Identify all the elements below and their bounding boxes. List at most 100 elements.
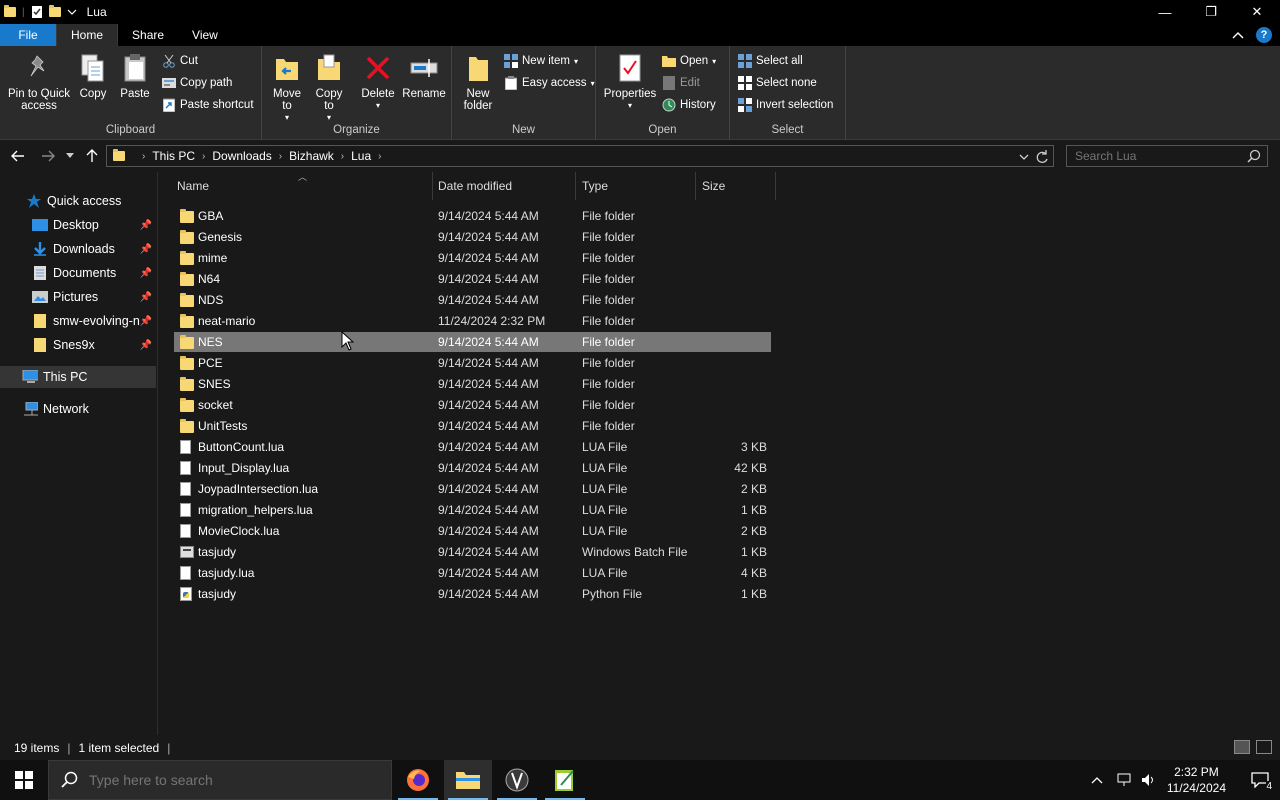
open-button[interactable]: Open ▾ (662, 52, 716, 70)
chevron-down-icon[interactable] (67, 7, 77, 17)
pin-to-quick-access-button[interactable]: Pin to Quick access (6, 52, 72, 112)
search-input[interactable] (1075, 149, 1245, 163)
table-row[interactable]: MovieClock.lua 9/14/2024 5:44 AM LUA File 2… (174, 521, 771, 541)
pin-icon[interactable]: 📌 (140, 268, 152, 279)
invert-selection-button[interactable]: Invert selection (738, 96, 833, 114)
rename-button[interactable]: Rename (402, 52, 446, 100)
close-button[interactable]: ✕ (1234, 0, 1280, 24)
select-none-button[interactable]: Select none (738, 74, 817, 92)
edit-button[interactable]: Edit (662, 74, 700, 92)
tab-view[interactable]: View (178, 24, 232, 46)
pin-icon[interactable]: 📌 (140, 220, 152, 231)
tab-home[interactable]: Home (56, 24, 119, 46)
column-header-date[interactable]: Date modified (432, 172, 576, 200)
properties-button[interactable]: Properties ▾ (604, 52, 656, 112)
column-header-type[interactable]: Type (576, 172, 696, 200)
start-button[interactable] (0, 760, 48, 800)
address-bar[interactable]: › This PC › Downloads › Bizhawk › Lua › (106, 145, 1054, 167)
recent-locations-button[interactable] (62, 146, 78, 166)
breadcrumb-bizhawk[interactable]: Bizhawk (289, 149, 334, 163)
easy-access-button[interactable]: Easy access ▾ (504, 74, 595, 92)
taskbar-search-input[interactable] (89, 772, 369, 788)
column-header-size[interactable]: Size (696, 172, 776, 200)
search-box[interactable] (1066, 145, 1268, 167)
pin-icon[interactable]: 📌 (140, 316, 152, 327)
chevron-up-icon[interactable] (1091, 776, 1103, 784)
taskbar-app-editor[interactable] (541, 760, 589, 800)
delete-button[interactable]: Delete ▾ (360, 52, 396, 112)
pin-icon[interactable]: 📌 (140, 244, 152, 255)
mouse-cursor (341, 331, 355, 351)
table-row[interactable]: Genesis 9/14/2024 5:44 AM File folder (174, 227, 771, 247)
back-button[interactable] (8, 146, 28, 166)
network-icon[interactable] (1117, 773, 1133, 787)
nav-downloads[interactable]: Downloads 📌 (0, 238, 156, 260)
select-all-button[interactable]: Select all (738, 52, 803, 70)
large-icons-view-button[interactable] (1256, 740, 1272, 754)
breadcrumb-downloads[interactable]: Downloads (212, 149, 271, 163)
tab-file[interactable]: File (0, 24, 56, 46)
nav-network[interactable]: Network (0, 398, 156, 420)
chevron-down-icon[interactable] (1019, 148, 1029, 166)
paste-shortcut-button[interactable]: Paste shortcut (162, 96, 254, 114)
details-view-button[interactable] (1234, 740, 1250, 754)
properties-icon[interactable] (31, 6, 43, 18)
history-button[interactable]: History (662, 96, 716, 114)
paste-button[interactable]: Paste (118, 52, 152, 100)
table-row[interactable]: migration_helpers.lua 9/14/2024 5:44 AM LU… (174, 500, 771, 520)
nav-pictures[interactable]: Pictures 📌 (0, 286, 156, 308)
taskbar-file-explorer[interactable] (444, 760, 492, 800)
table-row[interactable]: NDS 9/14/2024 5:44 AM File folder (174, 290, 771, 310)
nav-documents[interactable]: Documents 📌 (0, 262, 156, 284)
forward-button[interactable] (38, 146, 58, 166)
breadcrumb-lua[interactable]: Lua (351, 149, 371, 163)
notification-center-button[interactable]: 4 (1240, 760, 1280, 800)
breadcrumb-this-pc[interactable]: This PC (152, 149, 195, 163)
table-row[interactable]: Input_Display.lua 9/14/2024 5:44 AM LUA Fi… (174, 458, 771, 478)
nav-quick-access[interactable]: Quick access (0, 190, 156, 212)
taskbar-firefox[interactable] (394, 760, 442, 800)
minimize-button[interactable]: — (1142, 0, 1188, 24)
nav-snes9x[interactable]: Snes9x 📌 (0, 334, 156, 356)
column-header-name[interactable]: Name (171, 172, 433, 200)
table-row[interactable]: tasjudy 9/14/2024 5:44 AM Python File 1 KB (174, 584, 771, 604)
volume-icon[interactable] (1141, 773, 1157, 787)
table-row[interactable]: tasjudy.lua 9/14/2024 5:44 AM LUA File 4 KB (174, 563, 771, 583)
new-folder-button[interactable]: New folder (460, 52, 496, 112)
table-row[interactable]: N64 9/14/2024 5:44 AM File folder (174, 269, 771, 289)
taskbar-app-emulator[interactable] (493, 760, 541, 800)
nav-desktop[interactable]: Desktop 📌 (0, 214, 156, 236)
table-row[interactable]: neat-mario 11/24/2024 2:32 PM File folder (174, 311, 771, 331)
maximize-button[interactable]: ❐ (1188, 0, 1234, 24)
nav-smw-evolving[interactable]: smw-evolving-n 📌 (0, 310, 156, 332)
nav-this-pc[interactable]: This PC (0, 366, 156, 388)
chevron-up-icon[interactable] (1232, 30, 1244, 40)
clock[interactable]: 2:32 PM 11/24/2024 (1167, 764, 1226, 796)
up-button[interactable] (82, 146, 102, 166)
pin-icon[interactable]: 📌 (140, 292, 152, 303)
table-row[interactable]: ButtonCount.lua 9/14/2024 5:44 AM LUA File… (174, 437, 771, 457)
search-icon[interactable] (1247, 149, 1261, 163)
new-folder-icon[interactable] (48, 5, 61, 17)
table-row[interactable]: mime 9/14/2024 5:44 AM File folder (174, 248, 771, 268)
copy-path-button[interactable]: Copy path (162, 74, 232, 92)
cut-button[interactable]: Cut (162, 52, 198, 70)
new-group: New folder New item ▾ Easy access ▾ New (452, 46, 596, 140)
pin-icon[interactable]: 📌 (140, 340, 152, 351)
tab-share[interactable]: Share (118, 24, 178, 46)
table-row[interactable]: tasjudy 9/14/2024 5:44 AM Windows Batch Fi… (174, 542, 771, 562)
move-to-button[interactable]: Move to ▾ (270, 52, 304, 124)
copy-to-button[interactable]: Copy to ▾ (312, 52, 346, 124)
table-row[interactable]: NES 9/14/2024 5:44 AM File folder (174, 332, 771, 352)
table-row[interactable]: socket 9/14/2024 5:44 AM File folder (174, 395, 771, 415)
table-row[interactable]: PCE 9/14/2024 5:44 AM File folder (174, 353, 771, 373)
table-row[interactable]: GBA 9/14/2024 5:44 AM File folder (174, 206, 771, 226)
new-item-button[interactable]: New item ▾ (504, 52, 578, 70)
help-icon[interactable]: ? (1256, 27, 1272, 43)
table-row[interactable]: SNES 9/14/2024 5:44 AM File folder (174, 374, 771, 394)
taskbar-search[interactable] (48, 760, 392, 800)
refresh-icon[interactable] (1035, 148, 1049, 166)
table-row[interactable]: UnitTests 9/14/2024 5:44 AM File folder (174, 416, 771, 436)
table-row[interactable]: JoypadIntersection.lua 9/14/2024 5:44 AM L… (174, 479, 771, 499)
copy-button[interactable]: Copy (76, 52, 110, 100)
